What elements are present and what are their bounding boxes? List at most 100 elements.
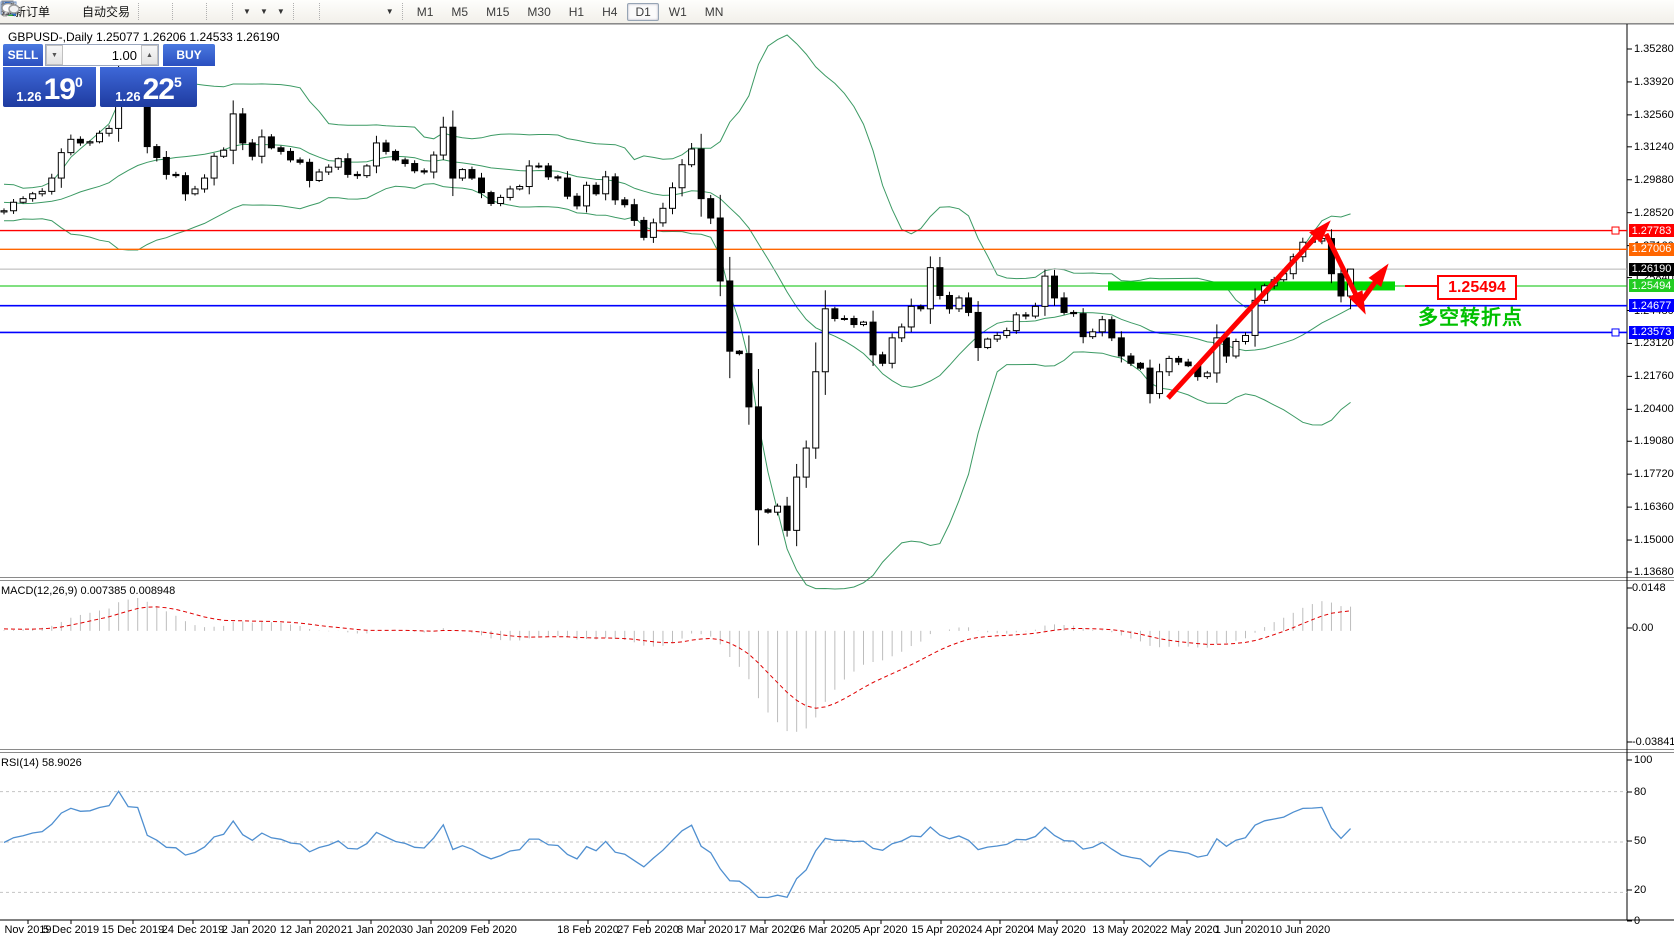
timeframe-M5[interactable]: M5 <box>443 3 476 21</box>
date-axis-label: 21 Jan 2020 <box>341 924 402 936</box>
equidistant-channel-button[interactable]: E <box>349 1 357 22</box>
date-axis-label: 13 May 2020 <box>1092 924 1156 936</box>
timeframe-H4[interactable]: H4 <box>594 3 625 21</box>
trendline-button[interactable] <box>341 1 349 22</box>
rsi-axis-tick: 100 <box>1634 754 1652 766</box>
date-axis-label: 5 Dec 2019 <box>43 924 99 936</box>
profile-button[interactable] <box>54 1 62 22</box>
price-axis-tick: 1.23120 <box>1634 337 1674 349</box>
timeframe-H1[interactable]: H1 <box>561 3 592 21</box>
price-axis-tick: 1.28520 <box>1634 207 1674 219</box>
buy-price-small: 1.26 <box>115 89 140 104</box>
chart-canvas[interactable] <box>0 0 1674 941</box>
buy-price-display[interactable]: 1.26 22 5 <box>100 67 197 107</box>
macd-indicator-label: MACD(12,26,9) 0.007385 0.008948 <box>1 585 175 597</box>
arrange-chart-button[interactable] <box>212 1 220 22</box>
toolbar-separator <box>232 3 234 20</box>
timeframe-toolbar: M1M5M15M30H1H4D1W1MN <box>408 3 733 21</box>
timeframe-M1[interactable]: M1 <box>409 3 442 21</box>
date-axis-label: 17 Mar 2020 <box>734 924 796 936</box>
templates-button[interactable]: ▼ <box>272 1 289 22</box>
toolbar-separator <box>206 3 208 20</box>
signals-button[interactable] <box>70 1 78 22</box>
price-axis-tick: 1.20400 <box>1634 403 1674 415</box>
timeframe-MN[interactable]: MN <box>697 3 732 21</box>
macd-axis-tick: 0.00 <box>1632 622 1653 634</box>
macd-axis-tick: -0.038415 <box>1632 736 1674 748</box>
price-axis-tick: 1.33920 <box>1634 76 1674 88</box>
price-axis-tick: 1.19080 <box>1634 435 1674 447</box>
buy-button[interactable]: BUY <box>163 44 215 66</box>
chat-icon <box>0 0 20 18</box>
price-level-label: 1.27006 <box>1629 243 1674 256</box>
timeframe-D1[interactable]: D1 <box>627 3 658 21</box>
arrows-button[interactable]: ▼ <box>381 1 398 22</box>
vertical-line-button[interactable] <box>325 1 333 22</box>
auto-scroll-button[interactable] <box>220 1 228 22</box>
candlestick-chart-button[interactable] <box>152 1 160 22</box>
toolbar-separator <box>402 3 404 20</box>
date-axis-label: 26 Mar 2020 <box>793 924 855 936</box>
one-click-trading-panel: SELL ▼ ▲ BUY 1.26 19 0 1.26 22 5 <box>3 44 215 107</box>
date-axis-label: 30 Jan 2020 <box>401 924 462 936</box>
search-button[interactable] <box>1652 1 1660 22</box>
zoom-in-button[interactable] <box>178 1 186 22</box>
rsi-axis-tick: 80 <box>1634 786 1646 798</box>
buy-price-big: 22 <box>143 76 174 104</box>
chart-ohlc-title: GBPUSD-,Daily 1.25077 1.26206 1.24533 1.… <box>8 30 280 44</box>
sell-button[interactable]: SELL <box>3 44 43 66</box>
sell-price-big: 19 <box>44 76 75 104</box>
toolbar-separator <box>138 3 140 20</box>
toolbar-separator <box>319 3 321 20</box>
date-axis-label: 15 Apr 2020 <box>911 924 970 936</box>
sell-price-small: 1.26 <box>16 89 41 104</box>
buy-price-sup: 5 <box>174 67 182 97</box>
bollinger-bands <box>4 35 1351 589</box>
volume-decrease-button[interactable]: ▼ <box>46 45 63 65</box>
price-axis-tick: 1.17720 <box>1634 468 1674 480</box>
timeframe-M30[interactable]: M30 <box>519 3 558 21</box>
toolbar-separator <box>293 3 295 20</box>
bar-chart-button[interactable] <box>144 1 152 22</box>
periods-button[interactable]: ▼ <box>255 1 272 22</box>
date-axis-label: 27 Feb 2020 <box>617 924 679 936</box>
toolbar-separator <box>172 3 174 20</box>
mt4-window: { "toolbar": { "new_order_label": "新订单",… <box>0 0 1674 941</box>
horizontal-line-button[interactable] <box>333 1 341 22</box>
macd-pane <box>4 598 1351 732</box>
line-chart-button[interactable] <box>160 1 168 22</box>
text-label-button[interactable]: T <box>373 1 381 22</box>
dropdown-caret: ▼ <box>243 7 251 16</box>
auto-trading-button[interactable]: 自动交易 <box>78 1 134 22</box>
zoom-out-button[interactable] <box>186 1 194 22</box>
chat-button[interactable] <box>1660 1 1668 22</box>
market-watch-button[interactable] <box>62 1 70 22</box>
toolbar: 新订单 自动交易 <box>0 0 1674 24</box>
price-axis-tick: 1.29880 <box>1634 174 1674 186</box>
date-axis-label: 24 Dec 2019 <box>162 924 224 936</box>
date-axis-label: 18 Feb 2020 <box>557 924 619 936</box>
indicators-button[interactable]: ▼ <box>238 1 255 22</box>
dropdown-caret: ▼ <box>260 7 268 16</box>
volume-increase-button[interactable]: ▲ <box>141 45 158 65</box>
dropdown-caret: ▼ <box>277 7 285 16</box>
text-button[interactable]: A <box>365 1 373 22</box>
sell-price-display[interactable]: 1.26 19 0 <box>3 67 96 107</box>
rsi-axis-tick: 20 <box>1634 884 1646 896</box>
date-axis-label: 2 Jan 2020 <box>222 924 276 936</box>
price-axis-tick: 1.13680 <box>1634 566 1674 578</box>
tile-windows-button[interactable] <box>194 1 202 22</box>
price-axis-tick: 1.21760 <box>1634 370 1674 382</box>
timeframe-W1[interactable]: W1 <box>661 3 695 21</box>
crosshair-button[interactable] <box>307 1 315 22</box>
rsi-indicator-label: RSI(14) 58.9026 <box>1 757 82 769</box>
turning-point-annotation: 多空转折点 <box>1418 301 1523 330</box>
cursor-button[interactable] <box>299 1 307 22</box>
price-callout-box[interactable]: 1.25494 <box>1437 275 1517 300</box>
volume-input[interactable] <box>63 45 141 65</box>
dropdown-caret: ▼ <box>386 7 394 16</box>
timeframe-M15[interactable]: M15 <box>478 3 517 21</box>
fibonacci-button[interactable]: F <box>357 1 365 22</box>
price-level-label: 1.26190 <box>1629 263 1674 276</box>
rsi-axis-tick: 0 <box>1634 915 1640 927</box>
